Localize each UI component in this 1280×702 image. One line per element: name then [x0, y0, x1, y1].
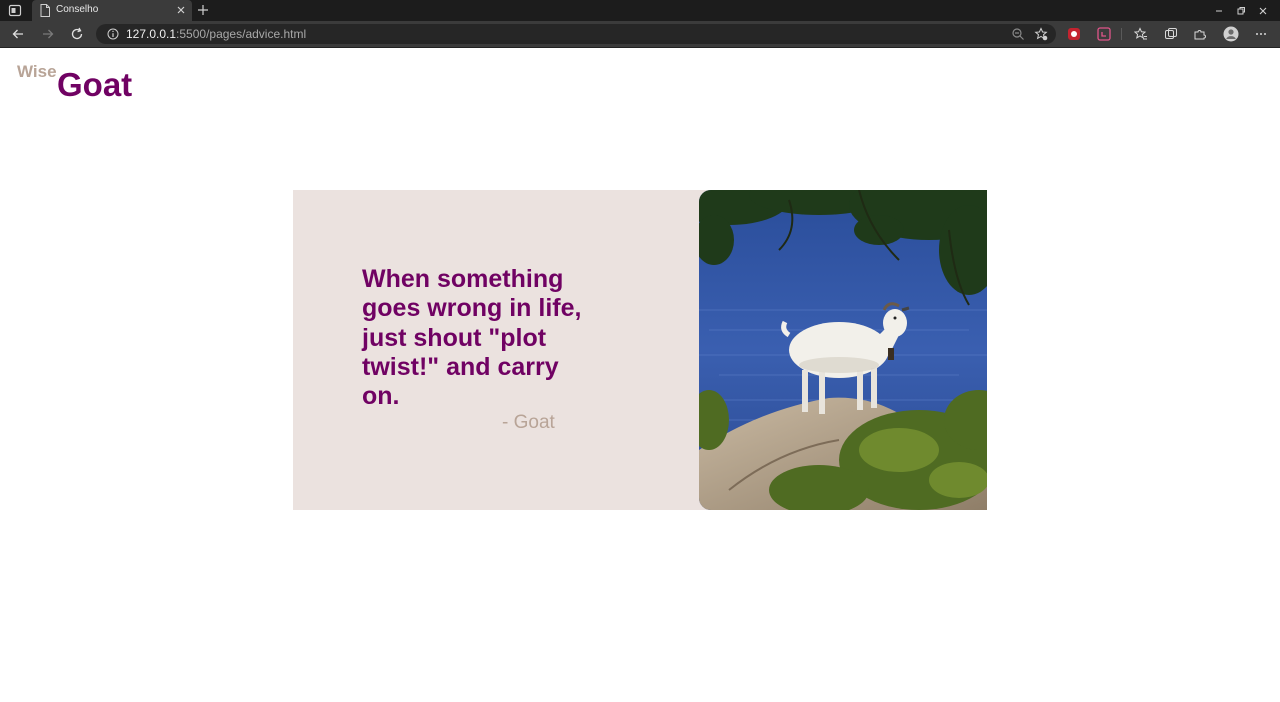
page-content: Wise Goat When something goes wrong in l…	[0, 48, 1280, 702]
window-controls	[1208, 0, 1274, 21]
quote-author: - Goat	[502, 412, 555, 433]
address-bar[interactable]: 127.0.0.1:5500/pages/advice.html	[96, 24, 1056, 44]
close-icon[interactable]	[176, 5, 186, 15]
browser-tab[interactable]: Conselho	[32, 0, 192, 21]
toolbar-separator	[1121, 28, 1122, 40]
url-host: 127.0.0.1	[126, 27, 177, 41]
extensions-puzzle-icon[interactable]	[1193, 27, 1207, 41]
advice-quote: When something goes wrong in life, just …	[362, 265, 582, 411]
zoom-icon[interactable]	[1011, 27, 1025, 41]
site-info-icon[interactable]	[107, 28, 119, 40]
extension-pink-icon[interactable]	[1097, 27, 1111, 41]
back-arrow-icon[interactable]	[11, 27, 25, 41]
refresh-icon[interactable]	[70, 27, 84, 41]
new-tab-icon[interactable]	[197, 4, 209, 16]
restore-icon	[1237, 6, 1245, 14]
url-path: :5500/pages/advice.html	[176, 27, 307, 41]
browser-toolbar: 127.0.0.1:5500/pages/advice.html	[0, 21, 1280, 47]
tab-actions-icon[interactable]	[8, 4, 22, 17]
advice-card: When something goes wrong in life, just …	[293, 190, 987, 510]
tab-title: Conselho	[56, 4, 99, 15]
extension-red-icon[interactable]	[1067, 27, 1081, 41]
favorites-icon[interactable]	[1134, 27, 1148, 41]
minimize-button[interactable]	[1208, 0, 1230, 21]
goat-image	[699, 190, 987, 510]
restore-button[interactable]	[1230, 0, 1252, 21]
page-icon	[40, 4, 50, 17]
logo-wise-text: Wise	[17, 62, 57, 81]
favorite-star-icon[interactable]	[1034, 27, 1048, 41]
browser-tab-strip: Conselho	[0, 0, 1280, 21]
goat-illustration	[699, 190, 987, 510]
profile-avatar-icon[interactable]	[1223, 26, 1239, 42]
minimize-icon	[1216, 10, 1222, 11]
more-options-icon[interactable]	[1254, 27, 1268, 41]
logo-goat-text: Goat	[57, 66, 133, 103]
close-window-icon	[1259, 7, 1267, 14]
collections-icon[interactable]	[1164, 27, 1178, 41]
forward-arrow-icon[interactable]	[41, 27, 55, 41]
close-window-button[interactable]	[1252, 0, 1274, 21]
url-text[interactable]: 127.0.0.1:5500/pages/advice.html	[126, 27, 306, 41]
